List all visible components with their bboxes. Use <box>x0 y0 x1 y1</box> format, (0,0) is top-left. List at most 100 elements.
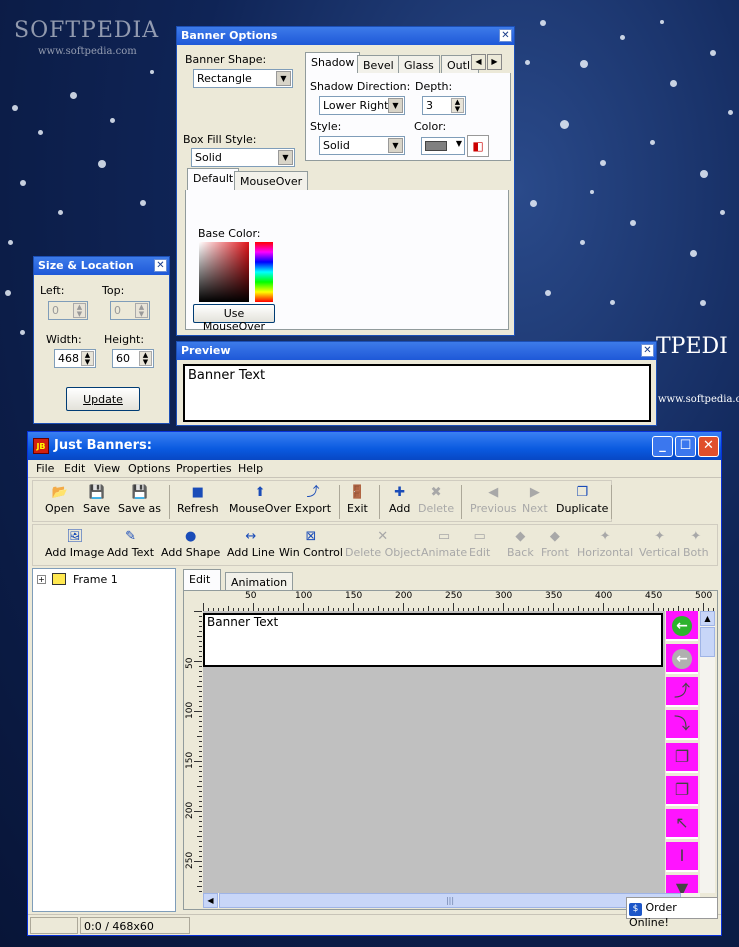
toolbar-edit-button[interactable]: ▭ Edit <box>469 529 490 559</box>
toolbar-delete-button[interactable]: ✖ Delete <box>418 485 454 515</box>
shadow-style-select[interactable]: Solid ▼ <box>319 136 405 155</box>
toolbar-animate-button[interactable]: ▭ Animate <box>421 529 467 559</box>
toolbar-next-button[interactable]: ▶ Next <box>522 485 548 515</box>
send-back-icon[interactable]: ⤵ <box>666 710 698 740</box>
spin-arrows-icon[interactable]: ▲ ▼ <box>81 351 94 366</box>
minimize-icon[interactable]: _ <box>652 436 673 457</box>
toolbar-back-button[interactable]: ◆ Back <box>507 529 534 559</box>
scroll-thumb[interactable] <box>700 627 715 657</box>
pointer-icon[interactable]: ↖ <box>666 809 698 839</box>
shadow-color-picker[interactable]: ▼ <box>421 137 465 155</box>
go-back-disabled-icon[interactable]: ← <box>666 644 698 674</box>
tree-item-frame-1[interactable]: Frame 1 <box>73 573 118 586</box>
spin-arrows-icon[interactable]: ▲ ▼ <box>139 351 152 366</box>
color-palette-icon[interactable]: ◧ <box>467 135 489 157</box>
menu-edit[interactable]: Edit <box>64 462 85 475</box>
close-icon[interactable]: ✕ <box>499 29 512 42</box>
order-online-button[interactable]: $ Order Online! <box>626 897 718 929</box>
toolbar-add-button[interactable]: ✚ Add <box>389 485 410 515</box>
chevron-down-icon[interactable]: ▼ <box>456 139 462 148</box>
toolbar-exit-button[interactable]: 🚪 Exit <box>347 485 368 515</box>
chevron-down-icon[interactable]: ▼ <box>276 71 291 86</box>
update-button[interactable]: Update <box>66 387 140 411</box>
depth-spinner[interactable]: 3 ▲ ▼ <box>422 96 466 115</box>
toolbar-mouseover-button[interactable]: ⬆ MouseOver <box>229 485 291 515</box>
menu-file[interactable]: File <box>36 462 54 475</box>
scroll-up-icon[interactable]: ▲ <box>700 611 715 626</box>
spin-arrows-icon[interactable]: ▲ ▼ <box>73 303 86 318</box>
toolbar-export-button[interactable]: ⤴ Export <box>295 485 331 515</box>
hue-slider[interactable] <box>255 242 273 302</box>
ruler-tick <box>503 603 504 611</box>
width-label: Width: <box>46 333 82 346</box>
size-location-titlebar[interactable]: Size & Location ✕ <box>34 257 169 275</box>
text-cursor-icon[interactable]: I <box>666 842 698 872</box>
base-color-gradient[interactable] <box>199 242 249 302</box>
bring-forward-icon[interactable]: ⤴ <box>666 677 698 707</box>
main-titlebar[interactable]: JB Just Banners: _ ☐ ✕ <box>28 432 721 460</box>
tab-shadow[interactable]: Shadow <box>305 52 361 74</box>
toolbar-add-shape-button[interactable]: ● Add Shape <box>161 529 220 559</box>
banner-shape-select[interactable]: Rectangle ▼ <box>193 69 293 88</box>
chevron-down-icon[interactable]: ▼ <box>388 98 403 113</box>
close-icon[interactable]: ✕ <box>154 259 167 272</box>
toolbar-delete-object-button[interactable]: ✕ Delete Object <box>345 529 420 559</box>
close-icon[interactable]: ✕ <box>698 436 719 457</box>
expand-icon[interactable]: + <box>37 575 46 584</box>
toolbar-horizontal-button[interactable]: ✦ Horizontal <box>577 529 633 559</box>
tab-scroll-left-icon[interactable]: ◀ <box>471 54 486 70</box>
toolbar-open-button[interactable]: 📂 Open <box>45 485 74 515</box>
top-spinner[interactable]: 0 ▲ ▼ <box>110 301 150 320</box>
canvas-banner-text[interactable]: Banner Text <box>207 615 278 629</box>
width-value: 468 <box>58 352 79 365</box>
scroll-thumb-h[interactable]: ||| <box>219 893 681 908</box>
tab-edit[interactable]: Edit <box>183 569 221 591</box>
banner-options-titlebar[interactable]: Banner Options ✕ <box>177 27 514 45</box>
scroll-left-icon[interactable]: ◀ <box>203 893 218 908</box>
use-mouseover-button[interactable]: Use MouseOver <box>193 304 275 333</box>
copy-icon[interactable]: ❐ <box>666 743 698 773</box>
toolbar-vertical-button[interactable]: ✦ Vertical <box>639 529 680 559</box>
paste-icon[interactable]: ❐ <box>666 776 698 806</box>
go-back-icon[interactable]: ← <box>666 611 698 641</box>
toolbar-duplicate-button[interactable]: ❐ Duplicate <box>556 485 608 515</box>
menu-options[interactable]: Options <box>128 462 170 475</box>
toolbar-add-line-button[interactable]: ↔ Add Line <box>227 529 275 559</box>
toolbar-add-text-button[interactable]: ✎ Add Text <box>107 529 154 559</box>
ruler-tick <box>199 851 202 852</box>
toolbar-save-as-button[interactable]: 💾 Save as <box>118 485 161 515</box>
spin-arrows-icon[interactable]: ▲ ▼ <box>451 98 464 113</box>
box-fill-select[interactable]: Solid ▼ <box>191 148 295 167</box>
work-canvas[interactable]: Banner Text <box>203 611 665 893</box>
tab-default[interactable]: Default <box>187 168 240 190</box>
tab-bevel[interactable]: Bevel <box>357 55 400 75</box>
maximize-icon[interactable]: ☐ <box>675 436 696 457</box>
left-spinner[interactable]: 0 ▲ ▼ <box>48 301 88 320</box>
height-spinner[interactable]: 60 ▲ ▼ <box>112 349 154 368</box>
menu-help[interactable]: Help <box>238 462 263 475</box>
vertical-scrollbar[interactable]: ▲ <box>700 611 715 893</box>
ruler-tick <box>199 676 202 677</box>
tab-mouseover[interactable]: MouseOver <box>234 171 309 191</box>
spin-arrows-icon[interactable]: ▲ ▼ <box>135 303 148 318</box>
tab-glass[interactable]: Glass <box>398 55 440 75</box>
shadow-direction-select[interactable]: Lower Right ▼ <box>319 96 405 115</box>
menu-view[interactable]: View <box>94 462 120 475</box>
toolbar-win-control-button[interactable]: ⊠ Win Control <box>279 529 343 559</box>
menu-properties[interactable]: Properties <box>176 462 232 475</box>
preview-titlebar[interactable]: Preview ✕ <box>177 342 656 360</box>
width-spinner[interactable]: 468 ▲ ▼ <box>54 349 96 368</box>
chevron-down-icon[interactable]: ▼ <box>388 138 403 153</box>
close-icon[interactable]: ✕ <box>641 344 654 357</box>
toolbar-save-button[interactable]: 💾 Save <box>83 485 110 515</box>
toolbar-previous-button[interactable]: ◀ Previous <box>470 485 517 515</box>
toolbar-add-image-button[interactable]: 🖼 Add Image <box>45 529 104 559</box>
tab-scroll-right-icon[interactable]: ▶ <box>487 54 502 70</box>
tab-animation[interactable]: Animation <box>225 572 294 592</box>
chevron-down-icon[interactable]: ▼ <box>278 150 293 165</box>
banner-canvas[interactable]: Banner Text <box>203 613 663 667</box>
toolbar-both-button[interactable]: ✦ Both <box>683 529 709 559</box>
toolbar-front-button[interactable]: ◆ Front <box>541 529 569 559</box>
toolbar-refresh-button[interactable]: ■ Refresh <box>177 485 219 515</box>
ruler-tick <box>353 603 354 611</box>
